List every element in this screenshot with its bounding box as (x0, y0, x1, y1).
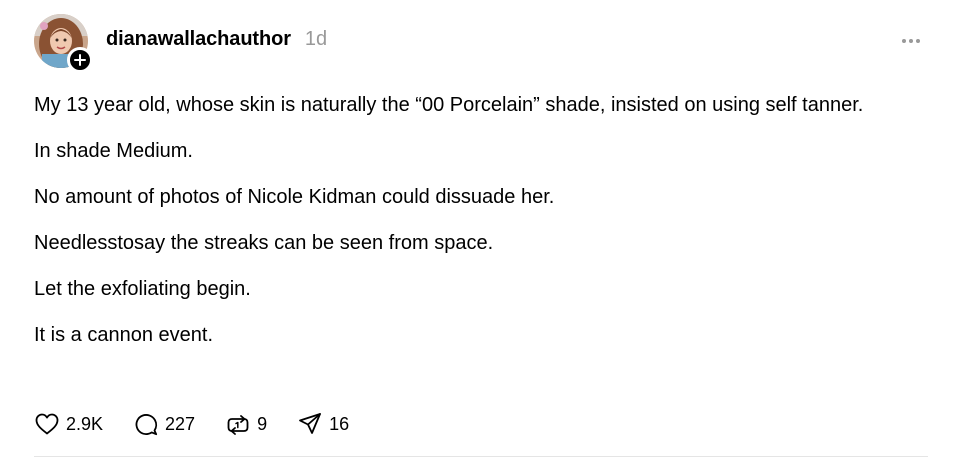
follow-button[interactable] (67, 47, 93, 73)
like-count: 2.9K (66, 413, 104, 434)
post-body: My 13 year old, whose skin is naturally … (34, 90, 914, 366)
repost-count: 9 (257, 413, 268, 434)
heart-icon (35, 413, 59, 435)
like-button[interactable]: 2.9K (34, 412, 103, 436)
post-paragraph: Needlesstosay the streaks can be seen fr… (34, 232, 494, 254)
action-bar: 2.9K 227 9 16 (34, 408, 379, 440)
more-options-icon-dot (916, 39, 920, 43)
share-button[interactable]: 16 (297, 411, 349, 437)
plus-icon (74, 54, 86, 66)
comment-bubble-icon (135, 414, 158, 436)
post-paragraph: Let the exfoliating begin. (34, 278, 251, 300)
more-options-button[interactable] (896, 32, 926, 50)
post-paragraph: No amount of photos of Nicole Kidman cou… (34, 186, 555, 208)
more-options-icon-dot (909, 39, 913, 43)
post-timestamp[interactable]: 1d (305, 28, 327, 51)
send-icon (299, 413, 321, 434)
share-count: 16 (329, 413, 350, 434)
post-paragraph: In shade Medium. (34, 140, 193, 162)
post-divider (34, 456, 928, 457)
repost-icon (227, 415, 249, 435)
post-header: dianawallachauthor 1d (106, 28, 327, 58)
username-link[interactable]: dianawallachauthor (106, 28, 291, 51)
comment-button[interactable]: 227 (133, 411, 195, 437)
avatar-container[interactable] (34, 14, 93, 73)
more-options-icon-dot (902, 39, 906, 43)
thread-post: dianawallachauthor 1d My 13 year old, wh… (0, 0, 960, 470)
repost-button[interactable]: 9 (225, 411, 267, 437)
comment-count: 227 (165, 413, 196, 434)
post-paragraph: It is a cannon event. (34, 324, 214, 346)
post-paragraph: My 13 year old, whose skin is naturally … (34, 94, 864, 116)
